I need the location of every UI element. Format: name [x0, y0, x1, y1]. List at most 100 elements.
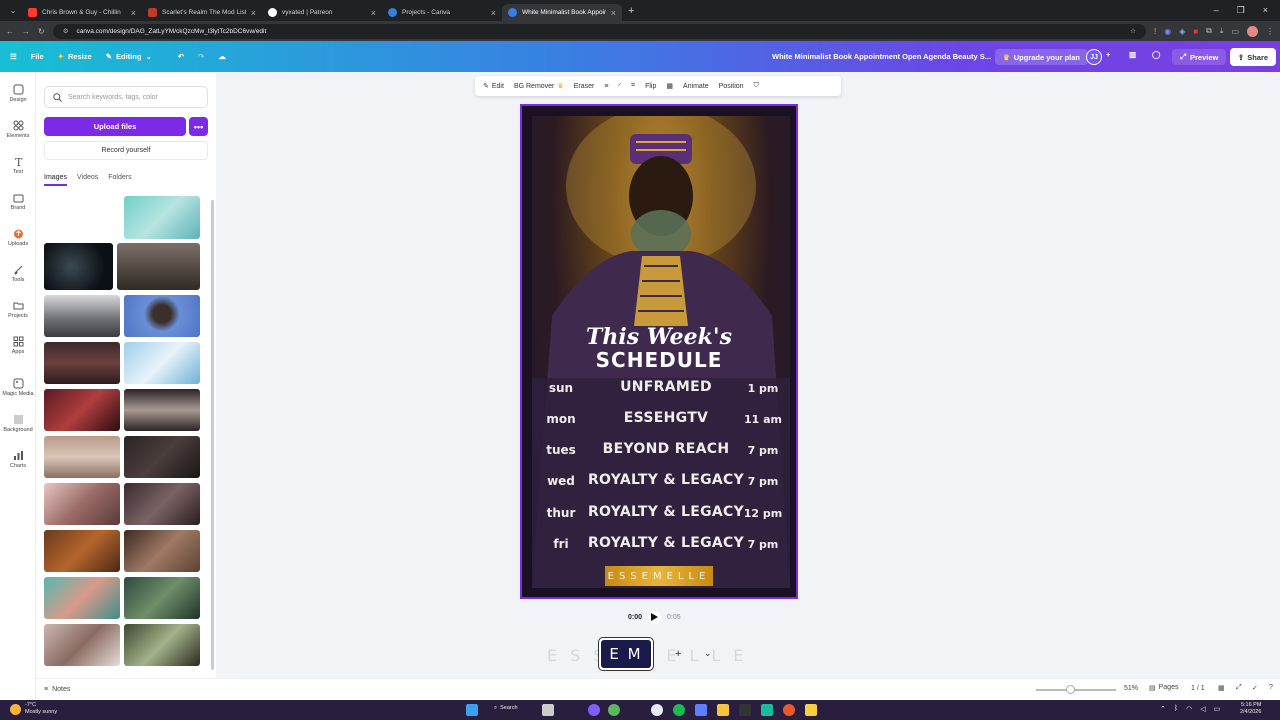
paint-format-icon[interactable]: ⛉ — [754, 82, 759, 90]
app-icon[interactable] — [695, 704, 707, 716]
add-collaborator-icon[interactable]: + — [1106, 50, 1110, 59]
design-page[interactable]: This Week's SCHEDULE sun UNFRAMED 1 pm mon… — [520, 104, 798, 599]
rail-item-brand[interactable]: Brand — [0, 192, 36, 211]
close-icon[interactable]: × — [131, 8, 136, 18]
rail-item-apps[interactable]: Apps — [0, 336, 36, 355]
app-icon[interactable] — [783, 704, 795, 716]
start-icon[interactable] — [466, 704, 478, 716]
timeline-clip[interactable]: E M — [598, 637, 654, 671]
check-icon[interactable]: ✓ — [1252, 684, 1258, 692]
bookmark-star-icon[interactable]: ☆ — [1130, 27, 1136, 35]
back-icon[interactable]: ← — [6, 27, 14, 36]
upload-thumbnail[interactable] — [124, 196, 200, 239]
upload-thumbnail[interactable] — [44, 530, 120, 572]
editing-dropdown[interactable]: ✎ Editing ⌄ — [106, 52, 152, 61]
undo-icon[interactable]: ↶ — [178, 52, 184, 61]
app-icon[interactable] — [805, 704, 817, 716]
extension-icon[interactable]: ■ — [1193, 27, 1198, 36]
file-explorer-icon[interactable] — [717, 704, 729, 716]
upload-thumbnail[interactable] — [124, 295, 200, 337]
upload-thumbnail[interactable] — [124, 530, 200, 572]
fullscreen-icon[interactable]: ⤢ — [1236, 684, 1242, 692]
add-page-icon[interactable]: + — [675, 648, 681, 660]
reload-icon[interactable]: ↻ — [38, 27, 45, 36]
extensions-puzzle-icon[interactable]: ⧉ — [1206, 26, 1212, 36]
tab-folders[interactable]: Folders — [108, 174, 131, 186]
upload-files-button[interactable]: Upload files — [44, 117, 186, 136]
document-title[interactable]: White Minimalist Book Appointment Open A… — [772, 52, 991, 61]
upload-thumbnail[interactable] — [44, 342, 120, 384]
rail-item-tools[interactable]: Tools — [0, 264, 36, 283]
weather-widget[interactable]: -7°C Mostly sunny — [10, 702, 57, 716]
pages-button[interactable]: ▤ Pages — [1149, 684, 1178, 692]
sidebar-icon[interactable]: ▭ — [1231, 27, 1239, 36]
upload-thumbnail[interactable] — [124, 389, 200, 431]
flip-button[interactable]: Flip — [645, 83, 656, 90]
zoom-level[interactable]: 51% — [1124, 685, 1138, 692]
tray-icons[interactable]: ⌃ ᛒ ◠ ◁ ▭ — [1160, 705, 1220, 713]
rail-item-design[interactable]: Design — [0, 84, 36, 103]
schedule-row[interactable]: mon ESSEHGTV 11 am — [532, 407, 790, 432]
avatar[interactable]: JJ — [1086, 49, 1102, 65]
tab-images[interactable]: Images — [44, 174, 67, 186]
download-icon[interactable]: ⤓ — [1220, 26, 1224, 36]
position-button[interactable]: Position — [719, 83, 744, 90]
redo-icon[interactable]: ↷ — [198, 52, 204, 61]
zoom-slider[interactable] — [1036, 685, 1116, 694]
help-icon[interactable]: ? — [1269, 684, 1273, 691]
rail-item-uploads[interactable]: Uploads — [0, 228, 36, 247]
schedule-row[interactable]: tues BEYOND REACH 7 pm — [532, 438, 790, 463]
menu-toggle-icon[interactable]: ☰ — [10, 52, 17, 61]
upload-thumbnail[interactable] — [124, 483, 200, 525]
extension-icon[interactable]: ! — [1154, 27, 1156, 36]
tab-search-icon[interactable]: ⌄ — [4, 6, 22, 15]
grid-view-icon[interactable]: ▦ — [1218, 684, 1225, 692]
schedule-row[interactable]: wed ROYALTY & LEGACY 7 pm — [532, 469, 790, 494]
taskbar-search[interactable]: ⌕ Search — [494, 705, 518, 712]
upload-thumbnail[interactable] — [117, 243, 200, 290]
upload-thumbnail[interactable] — [44, 436, 120, 478]
crop-icon[interactable]: ⌗ — [631, 82, 635, 90]
upload-thumbnail[interactable] — [124, 577, 200, 619]
schedule-title-script[interactable]: This Week's — [522, 324, 796, 350]
search-input[interactable]: Search keywords, tags, color — [44, 86, 208, 108]
extension-icon[interactable]: ◉ — [1164, 27, 1171, 36]
comment-icon[interactable]: ◯ — [1152, 50, 1160, 59]
close-icon[interactable]: × — [251, 8, 256, 18]
close-icon[interactable]: × — [491, 8, 496, 18]
corner-rounding-icon[interactable]: ◜ — [618, 82, 621, 90]
record-yourself-button[interactable]: Record yourself — [44, 141, 208, 160]
rail-item-elements[interactable]: Elements — [0, 120, 36, 139]
minimize-icon[interactable]: – — [1214, 5, 1219, 16]
upload-thumbnail[interactable] — [44, 577, 120, 619]
transparency-icon[interactable]: ▦ — [666, 82, 673, 90]
share-button[interactable]: ⇪ Share — [1230, 48, 1276, 66]
browser-tab-active[interactable]: White Minimalist Book Appoin × — [502, 4, 622, 21]
resize-button[interactable]: ✦ Resize — [58, 52, 92, 61]
analytics-icon[interactable]: ▥ — [1129, 50, 1136, 59]
rail-item-text[interactable]: T Text — [0, 156, 36, 175]
rail-item-projects[interactable]: Projects — [0, 300, 36, 319]
app-icon[interactable] — [739, 704, 751, 716]
upload-thumbnail[interactable] — [124, 436, 200, 478]
cloud-save-icon[interactable]: ☁ — [218, 52, 226, 61]
app-icon[interactable] — [608, 704, 620, 716]
site-info-icon[interactable]: ⚙ — [63, 27, 69, 35]
preview-button[interactable]: ⤢ Preview — [1172, 49, 1227, 65]
eraser-button[interactable]: Eraser — [574, 83, 595, 90]
rail-item-charts[interactable]: Charts — [0, 450, 36, 469]
edit-button[interactable]: ✎ Edit — [483, 82, 504, 91]
brand-banner[interactable]: ESSEMELLE — [605, 566, 713, 586]
more-options-button[interactable]: ••• — [189, 117, 208, 136]
notes-button[interactable]: ≡ Notes — [44, 686, 70, 693]
app-icon[interactable] — [588, 704, 600, 716]
upload-thumbnail[interactable] — [44, 295, 120, 337]
restore-icon[interactable]: ❐ — [1237, 5, 1245, 16]
upload-thumbnail[interactable] — [124, 342, 200, 384]
zoom-slider-handle[interactable] — [1066, 685, 1075, 694]
chrome-icon[interactable] — [651, 704, 663, 716]
upgrade-plan-button[interactable]: ♛ Upgrade your plan — [995, 49, 1088, 65]
bg-remover-button[interactable]: BG Remover ♛ — [514, 82, 564, 91]
upload-thumbnail[interactable] — [44, 624, 120, 666]
close-icon[interactable]: × — [371, 8, 376, 18]
